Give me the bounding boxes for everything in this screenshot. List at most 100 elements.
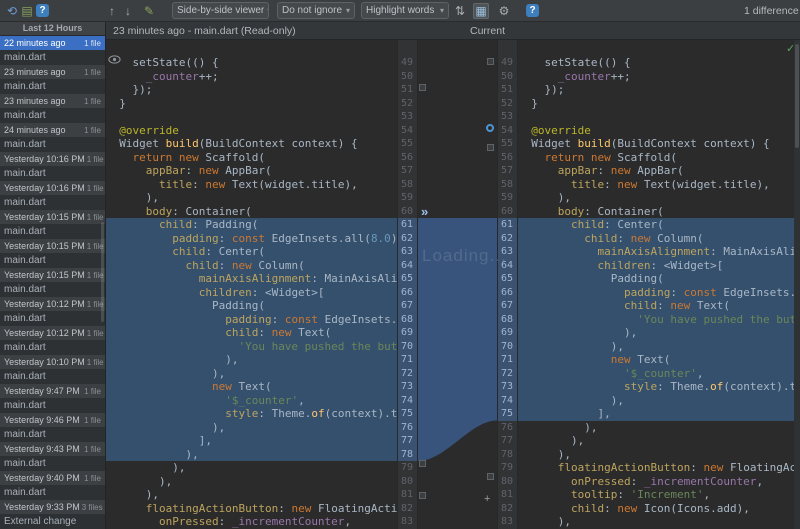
- code-line[interactable]: onPressed: _incrementCounter,: [106, 515, 397, 529]
- code-line[interactable]: Widget build(BuildContext context) {: [518, 137, 794, 151]
- code-line[interactable]: mainAxisAlignment: MainAxisAlignment.cen…: [518, 245, 794, 259]
- code-line[interactable]: child: new Icon(Icons.add),: [518, 502, 794, 516]
- left-editor[interactable]: setState(() { _counter++; }); } @overrid…: [106, 40, 397, 529]
- scrollbar-thumb[interactable]: [795, 44, 799, 148]
- code-line[interactable]: child: new Text(: [106, 326, 397, 340]
- code-line[interactable]: new Text(: [106, 380, 397, 394]
- code-line[interactable]: _counter++;: [106, 70, 397, 84]
- code-line[interactable]: appBar: new AppBar(: [518, 164, 794, 178]
- code-line[interactable]: style: Theme.of(context).textTheme.displ…: [106, 407, 397, 421]
- history-entry[interactable]: Yesterday 9:47 PM1 filemain.dart: [0, 384, 105, 413]
- code-line[interactable]: });: [106, 83, 397, 97]
- code-line[interactable]: ),: [518, 421, 794, 435]
- history-entry[interactable]: 23 minutes ago1 filemain.dart: [0, 94, 105, 123]
- history-entry[interactable]: Yesterday 10:16 PM1 filemain.dart: [0, 152, 105, 181]
- code-line[interactable]: tooltip: 'Increment',: [518, 488, 794, 502]
- history-entry[interactable]: 23 minutes ago1 filemain.dart: [0, 65, 105, 94]
- code-line[interactable]: children: <Widget>[: [106, 286, 397, 300]
- history-entry[interactable]: Yesterday 10:16 PM1 filemain.dart: [0, 181, 105, 210]
- history-entry[interactable]: 22 minutes ago1 filemain.dart: [0, 36, 105, 65]
- ignore-policy-select[interactable]: Do not ignore ▾: [277, 2, 355, 19]
- code-line[interactable]: Padding(: [106, 299, 397, 313]
- code-line[interactable]: setState(() {: [518, 56, 794, 70]
- code-line[interactable]: 'You have pushed the button this many ti…: [518, 313, 794, 327]
- code-line[interactable]: @override: [106, 124, 397, 138]
- code-line[interactable]: return new Scaffold(: [106, 151, 397, 165]
- code-line[interactable]: });: [518, 83, 794, 97]
- sidebar-scrollbar[interactable]: [101, 222, 104, 322]
- code-line[interactable]: mainAxisAlignment: MainAxisAlignment.cen…: [106, 272, 397, 286]
- code-line[interactable]: child: new Column(: [106, 259, 397, 273]
- diff-help-icon[interactable]: ?: [526, 4, 539, 17]
- revert-icon[interactable]: ⟲: [4, 3, 20, 19]
- code-line[interactable]: ],: [106, 434, 397, 448]
- code-line[interactable]: body: Container(: [106, 205, 397, 219]
- gutter-marker-icon[interactable]: [486, 124, 494, 132]
- code-line[interactable]: padding: const EdgeInsets.all(8.0),: [106, 313, 397, 327]
- inspection-ok-icon[interactable]: ✓: [786, 42, 795, 55]
- highlight-mode-select[interactable]: Highlight words ▾: [361, 2, 449, 19]
- code-line[interactable]: ),: [518, 326, 794, 340]
- code-line[interactable]: padding: const EdgeInsets.all(8.0),: [106, 232, 397, 246]
- settings-gear-icon[interactable]: ⚙: [496, 3, 512, 19]
- code-line[interactable]: _counter++;: [518, 70, 794, 84]
- code-line[interactable]: ),: [518, 434, 794, 448]
- right-scrollbar[interactable]: [794, 40, 800, 529]
- code-line[interactable]: [518, 110, 794, 124]
- code-line[interactable]: child: Center(: [106, 245, 397, 259]
- code-line[interactable]: body: Container(: [518, 205, 794, 219]
- code-line[interactable]: }: [518, 97, 794, 111]
- code-line[interactable]: Widget build(BuildContext context) {: [106, 137, 397, 151]
- fold-marker-icon[interactable]: [419, 460, 426, 467]
- code-line[interactable]: ),: [518, 515, 794, 529]
- fold-marker-icon[interactable]: [419, 492, 426, 499]
- code-line[interactable]: }: [106, 97, 397, 111]
- history-entry[interactable]: Yesterday 9:46 PM1 filemain.dart: [0, 413, 105, 442]
- apply-change-icon[interactable]: »: [421, 204, 428, 219]
- history-entry[interactable]: Yesterday 10:12 PM1 filemain.dart: [0, 326, 105, 355]
- code-line[interactable]: new Text(: [518, 353, 794, 367]
- sync-scrolling-icon[interactable]: ▦: [473, 3, 489, 19]
- code-line[interactable]: ),: [518, 448, 794, 462]
- code-line[interactable]: ),: [106, 367, 397, 381]
- code-line[interactable]: '$_counter',: [518, 367, 794, 381]
- code-line[interactable]: ),: [106, 475, 397, 489]
- code-line[interactable]: ),: [106, 461, 397, 475]
- history-entry[interactable]: Yesterday 10:15 PM1 filemain.dart: [0, 239, 105, 268]
- code-line[interactable]: child: Padding(: [106, 218, 397, 232]
- fold-marker-icon[interactable]: [419, 84, 426, 91]
- code-line[interactable]: appBar: new AppBar(: [106, 164, 397, 178]
- history-entry[interactable]: Yesterday 10:15 PM1 filemain.dart: [0, 268, 105, 297]
- code-line[interactable]: onPressed: _incrementCounter,: [518, 475, 794, 489]
- code-line[interactable]: child: new Text(: [518, 299, 794, 313]
- viewer-mode-select[interactable]: Side-by-side viewer ▾: [172, 2, 269, 19]
- code-line[interactable]: child: Center(: [518, 218, 794, 232]
- code-line[interactable]: floatingActionButton: new FloatingAction…: [518, 461, 794, 475]
- code-line[interactable]: 'You have pushed the button this many ti…: [106, 340, 397, 354]
- code-line[interactable]: style: Theme.of(context).textTheme.displ…: [518, 380, 794, 394]
- code-line[interactable]: padding: const EdgeInsets.all(8.0),: [518, 286, 794, 300]
- history-entry[interactable]: Yesterday 10:10 PM1 filemain.dart: [0, 355, 105, 384]
- history-entry[interactable]: Yesterday 9:40 PM1 filemain.dart: [0, 471, 105, 500]
- code-line[interactable]: floatingActionButton: new FloatingAction…: [106, 502, 397, 516]
- right-editor[interactable]: setState(() { _counter++; }); } @overrid…: [518, 40, 794, 529]
- fold-marker-icon[interactable]: [487, 58, 494, 65]
- history-entry[interactable]: Yesterday 9:33 PM3 filesExternal change: [0, 500, 105, 529]
- code-line[interactable]: return new Scaffold(: [518, 151, 794, 165]
- code-line[interactable]: children: <Widget>[: [518, 259, 794, 273]
- code-line[interactable]: title: new Text(widget.title),: [518, 178, 794, 192]
- jump-to-source-icon[interactable]: ✎: [141, 3, 157, 19]
- expand-icon[interactable]: +: [484, 493, 490, 505]
- code-line[interactable]: Padding(: [518, 272, 794, 286]
- history-entry[interactable]: Yesterday 10:12 PM1 filemain.dart: [0, 297, 105, 326]
- code-line[interactable]: ),: [518, 191, 794, 205]
- code-line[interactable]: ],: [518, 407, 794, 421]
- code-line[interactable]: child: new Column(: [518, 232, 794, 246]
- code-line[interactable]: ),: [106, 191, 397, 205]
- code-line[interactable]: ),: [106, 448, 397, 462]
- fold-marker-icon[interactable]: [487, 473, 494, 480]
- create-patch-icon[interactable]: ▤: [19, 3, 35, 19]
- code-line[interactable]: ),: [106, 421, 397, 435]
- previous-difference-icon[interactable]: ↑: [104, 3, 120, 19]
- history-entry[interactable]: Yesterday 10:15 PM1 filemain.dart: [0, 210, 105, 239]
